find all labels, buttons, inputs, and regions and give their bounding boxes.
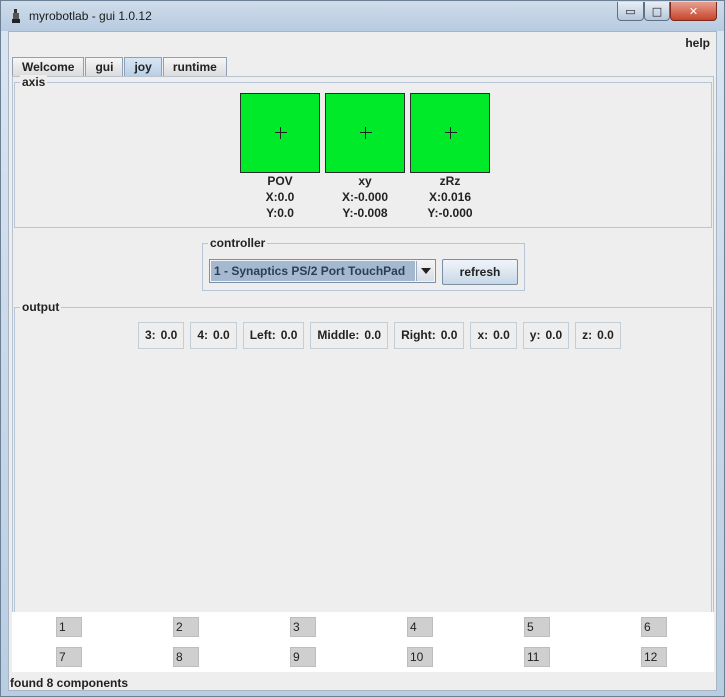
output-group: output 3: 0.0 4: 0.0 Left: 0.0 Middle: 0.0 R… [14, 300, 712, 639]
output-value: 0.0 [493, 328, 510, 342]
output-item: Right: 0.0 [394, 322, 465, 349]
output-label: x: [477, 328, 489, 342]
button-4[interactable]: 4 [407, 617, 433, 637]
close-button[interactable]: ✕ [670, 2, 717, 21]
pov-axis-y: Y:0.0 [266, 206, 294, 220]
maximize-button[interactable]: □ [644, 2, 670, 21]
maximize-icon: □ [651, 4, 663, 18]
controller-select[interactable]: 1 - Synaptics PS/2 Port TouchPad [209, 259, 436, 283]
button-6[interactable]: 6 [641, 617, 667, 637]
status-bar: found 8 components [10, 676, 128, 690]
close-icon: ✕ [688, 4, 699, 18]
output-item: 3: 0.0 [138, 322, 185, 349]
button-10[interactable]: 10 [407, 647, 433, 667]
button-5[interactable]: 5 [524, 617, 550, 637]
controller-selected-value: 1 - Synaptics PS/2 Port TouchPad [211, 261, 415, 281]
help-menu[interactable]: help [685, 36, 710, 50]
controller-group-title: controller [208, 236, 268, 250]
joy-panel: axis POV X:0.0 Y:0.0 xy X:-0.000 Y:-0.00… [12, 75, 714, 642]
output-label: 4: [197, 328, 209, 342]
zrz-axis-name: zRz [439, 174, 461, 188]
tab-strip: Welcome gui joy runtime [12, 57, 228, 76]
output-item: z: 0.0 [575, 322, 621, 349]
client-area: help Welcome gui joy runtime axis POV X:… [8, 31, 717, 691]
xy-axis-y: Y:-0.008 [342, 206, 388, 220]
output-value: 0.0 [364, 328, 382, 342]
output-value: 0.0 [280, 328, 298, 342]
xy-axis-display [325, 93, 405, 173]
axis-group: axis POV X:0.0 Y:0.0 xy X:-0.000 Y:-0.00… [14, 75, 712, 228]
tab-joy[interactable]: joy [124, 57, 162, 76]
output-value: 0.0 [545, 328, 563, 342]
output-item: y: 0.0 [522, 322, 570, 349]
menu-bar: help [9, 32, 716, 54]
output-label: 3: [145, 328, 156, 342]
output-label: y: [529, 328, 541, 342]
output-label: Left: [249, 328, 276, 342]
minimize-icon: ▭ [625, 4, 636, 18]
button-3[interactable]: 3 [290, 617, 316, 637]
button-panel: 1 2 3 4 5 6 7 8 9 10 11 12 [12, 612, 714, 672]
tab-gui[interactable]: gui [85, 57, 124, 76]
output-item: x: 0.0 [470, 322, 517, 349]
button-12[interactable]: 12 [641, 647, 667, 667]
output-label: Middle: [317, 328, 360, 342]
xy-axis-x: X:-0.000 [341, 190, 389, 204]
button-9[interactable]: 9 [290, 647, 316, 667]
zrz-axis-display [410, 93, 490, 173]
refresh-button[interactable]: refresh [442, 259, 518, 285]
controller-group: controller 1 - Synaptics PS/2 Port Touch… [202, 236, 525, 291]
crosshair-icon [360, 127, 372, 139]
output-label: Right: [401, 328, 436, 342]
button-1[interactable]: 1 [56, 617, 82, 637]
tab-runtime[interactable]: runtime [162, 57, 227, 76]
app-window: myrobotlab - gui 1.0.12 ▭ □ ✕ help Welco… [0, 0, 725, 697]
button-8[interactable]: 8 [173, 647, 199, 667]
output-value: 0.0 [213, 328, 230, 342]
output-group-title: output [20, 300, 62, 314]
output-item: Middle: 0.0 [310, 322, 389, 349]
output-values: 3: 0.0 4: 0.0 Left: 0.0 Middle: 0.0 Right: 0.… [138, 322, 627, 349]
output-item: Left: 0.0 [242, 322, 305, 349]
button-11[interactable]: 11 [524, 647, 550, 667]
title-bar[interactable]: myrobotlab - gui 1.0.12 ▭ □ ✕ [1, 1, 724, 31]
crosshair-icon [445, 127, 457, 139]
window-title: myrobotlab - gui 1.0.12 [29, 9, 152, 23]
crosshair-icon [275, 127, 287, 139]
tab-welcome[interactable]: Welcome [12, 57, 85, 76]
button-2[interactable]: 2 [173, 617, 199, 637]
output-label: z: [582, 328, 593, 342]
pov-axis-x: X:0.0 [265, 190, 295, 204]
minimize-button[interactable]: ▭ [617, 2, 644, 21]
output-value: 0.0 [160, 328, 178, 342]
app-icon [12, 9, 20, 23]
zrz-axis-y: Y:-0.000 [427, 206, 473, 220]
chevron-down-icon[interactable] [416, 261, 434, 281]
output-item: 4: 0.0 [190, 322, 237, 349]
pov-axis-name: POV [267, 174, 293, 188]
button-7[interactable]: 7 [56, 647, 82, 667]
axis-group-title: axis [20, 75, 48, 89]
output-value: 0.0 [597, 328, 614, 342]
xy-axis-name: xy [358, 174, 372, 188]
output-value: 0.0 [440, 328, 458, 342]
zrz-axis-x: X:0.016 [428, 190, 472, 204]
pov-axis-display [240, 93, 320, 173]
